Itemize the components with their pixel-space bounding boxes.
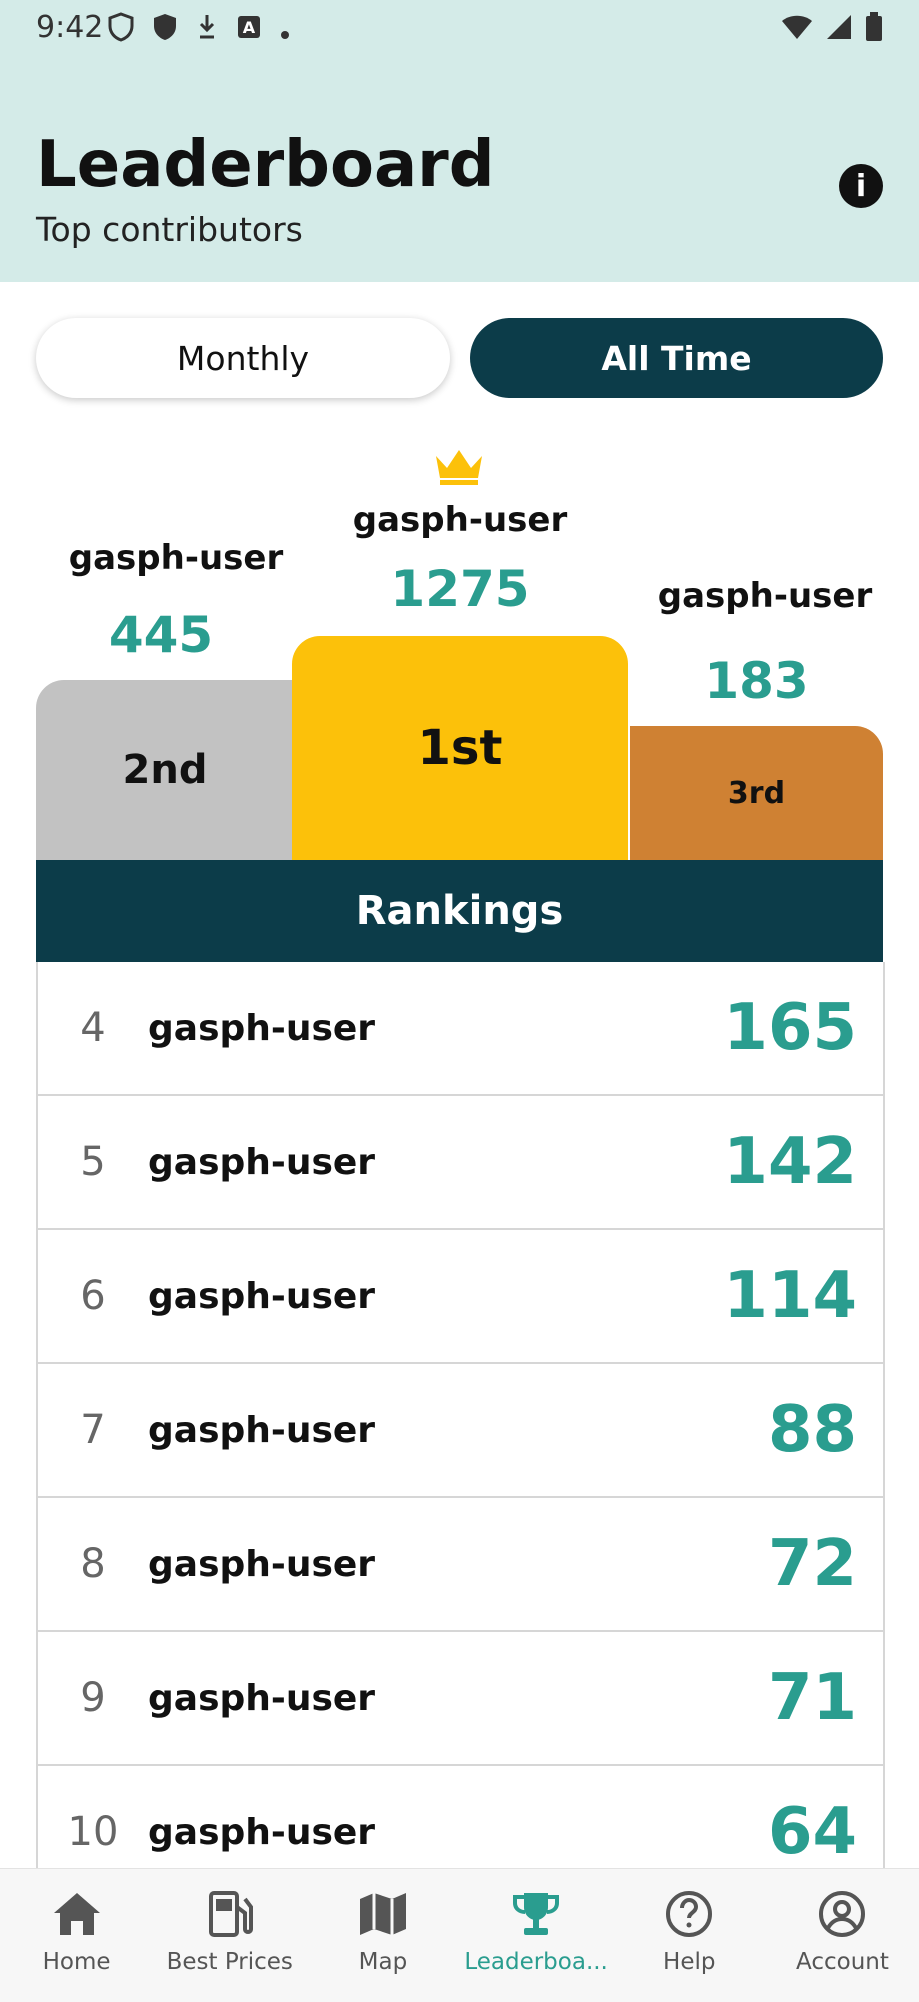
translate-icon: A (236, 14, 262, 49)
dot-icon (280, 15, 290, 49)
status-system-icons (781, 12, 883, 46)
rank-username: gasph-user (148, 1141, 376, 1183)
download-icon (196, 13, 218, 50)
nav-account[interactable]: Account (766, 1869, 919, 2002)
rank-score: 142 (723, 1125, 857, 1199)
table-row: 8 gasph-user 72 (38, 1498, 883, 1632)
rank-number: 10 (67, 1809, 119, 1855)
table-row: 9 gasph-user 71 (38, 1632, 883, 1766)
rank-number: 8 (80, 1541, 106, 1587)
table-row: 4 gasph-user 165 (38, 962, 883, 1096)
rank-username: gasph-user (148, 1543, 376, 1585)
nav-label-home: Home (42, 1949, 111, 1975)
rank-score: 114 (723, 1259, 857, 1333)
tab-all-time[interactable]: All Time (470, 318, 883, 398)
bottom-navigation: Home Best Prices Map Leaderboa... Help A… (0, 1868, 919, 2002)
second-place-name: gasph-user (68, 538, 284, 578)
status-notification-icons: A (108, 12, 290, 51)
third-place-name: gasph-user (657, 576, 873, 616)
rankings-header: Rankings (36, 860, 883, 962)
nav-label-help: Help (663, 1949, 716, 1975)
nav-help[interactable]: Help (613, 1869, 766, 2002)
rank-username: gasph-user (148, 1811, 376, 1853)
map-icon (359, 1893, 406, 1935)
rank-number: 6 (80, 1273, 106, 1319)
rank-number: 4 (80, 1005, 106, 1051)
tab-monthly[interactable]: Monthly (36, 318, 450, 398)
page-subtitle: Top contributors (36, 210, 303, 249)
rank-number: 9 (80, 1675, 106, 1721)
app-header: 9:42 A Leaderboard Top contributors i (0, 0, 919, 282)
fuel-pump-icon (208, 1891, 253, 1937)
shield-icon (108, 12, 134, 51)
svg-text:A: A (243, 18, 256, 37)
rank-number: 7 (80, 1407, 106, 1453)
status-time: 9:42 (36, 10, 104, 45)
rank-number: 5 (80, 1139, 106, 1185)
table-row: 5 gasph-user 142 (38, 1096, 883, 1230)
battery-icon (865, 12, 883, 46)
rank-username: gasph-user (148, 1007, 376, 1049)
page-title: Leaderboard (36, 128, 495, 202)
nav-label-leaderboard: Leaderboa... (464, 1949, 608, 1975)
trophy-icon (513, 1893, 560, 1935)
nav-label-account: Account (796, 1949, 889, 1975)
podium-third: 3rd (630, 726, 883, 860)
table-row: 6 gasph-user 114 (38, 1230, 883, 1364)
second-place-score: 445 (108, 606, 214, 664)
rank-score: 72 (767, 1527, 857, 1601)
rank-score: 165 (723, 991, 857, 1065)
rank-score: 71 (767, 1661, 857, 1735)
rank-score: 64 (767, 1795, 857, 1868)
nav-leaderboard[interactable]: Leaderboa... (460, 1869, 613, 2002)
signal-icon (825, 13, 853, 45)
nav-label-map: Map (358, 1949, 408, 1975)
nav-label-best-prices: Best Prices (166, 1949, 293, 1975)
account-icon (819, 1891, 866, 1937)
info-icon[interactable]: i (839, 164, 883, 208)
podium-first: 1st (292, 636, 628, 860)
home-icon (53, 1893, 100, 1935)
podium-second: 2nd (36, 680, 294, 860)
nav-home[interactable]: Home (0, 1869, 153, 2002)
rankings-list[interactable]: 4 gasph-user 165 5 gasph-user 142 6 gasp… (36, 962, 885, 1868)
rank-score: 88 (767, 1393, 857, 1467)
crown-icon (436, 450, 482, 485)
first-place-name: gasph-user (352, 500, 568, 540)
wifi-icon (781, 13, 813, 45)
shield-filled-icon (152, 12, 178, 51)
table-row: 10 gasph-user 64 (38, 1766, 883, 1868)
table-row: 7 gasph-user 88 (38, 1364, 883, 1498)
help-icon (666, 1891, 713, 1937)
first-place-score: 1275 (390, 560, 530, 618)
status-bar: 9:42 A (0, 0, 919, 60)
rank-username: gasph-user (148, 1677, 376, 1719)
rank-username: gasph-user (148, 1275, 376, 1317)
nav-map[interactable]: Map (306, 1869, 459, 2002)
nav-best-prices[interactable]: Best Prices (153, 1869, 306, 2002)
third-place-score: 183 (704, 652, 809, 710)
rank-username: gasph-user (148, 1409, 376, 1451)
